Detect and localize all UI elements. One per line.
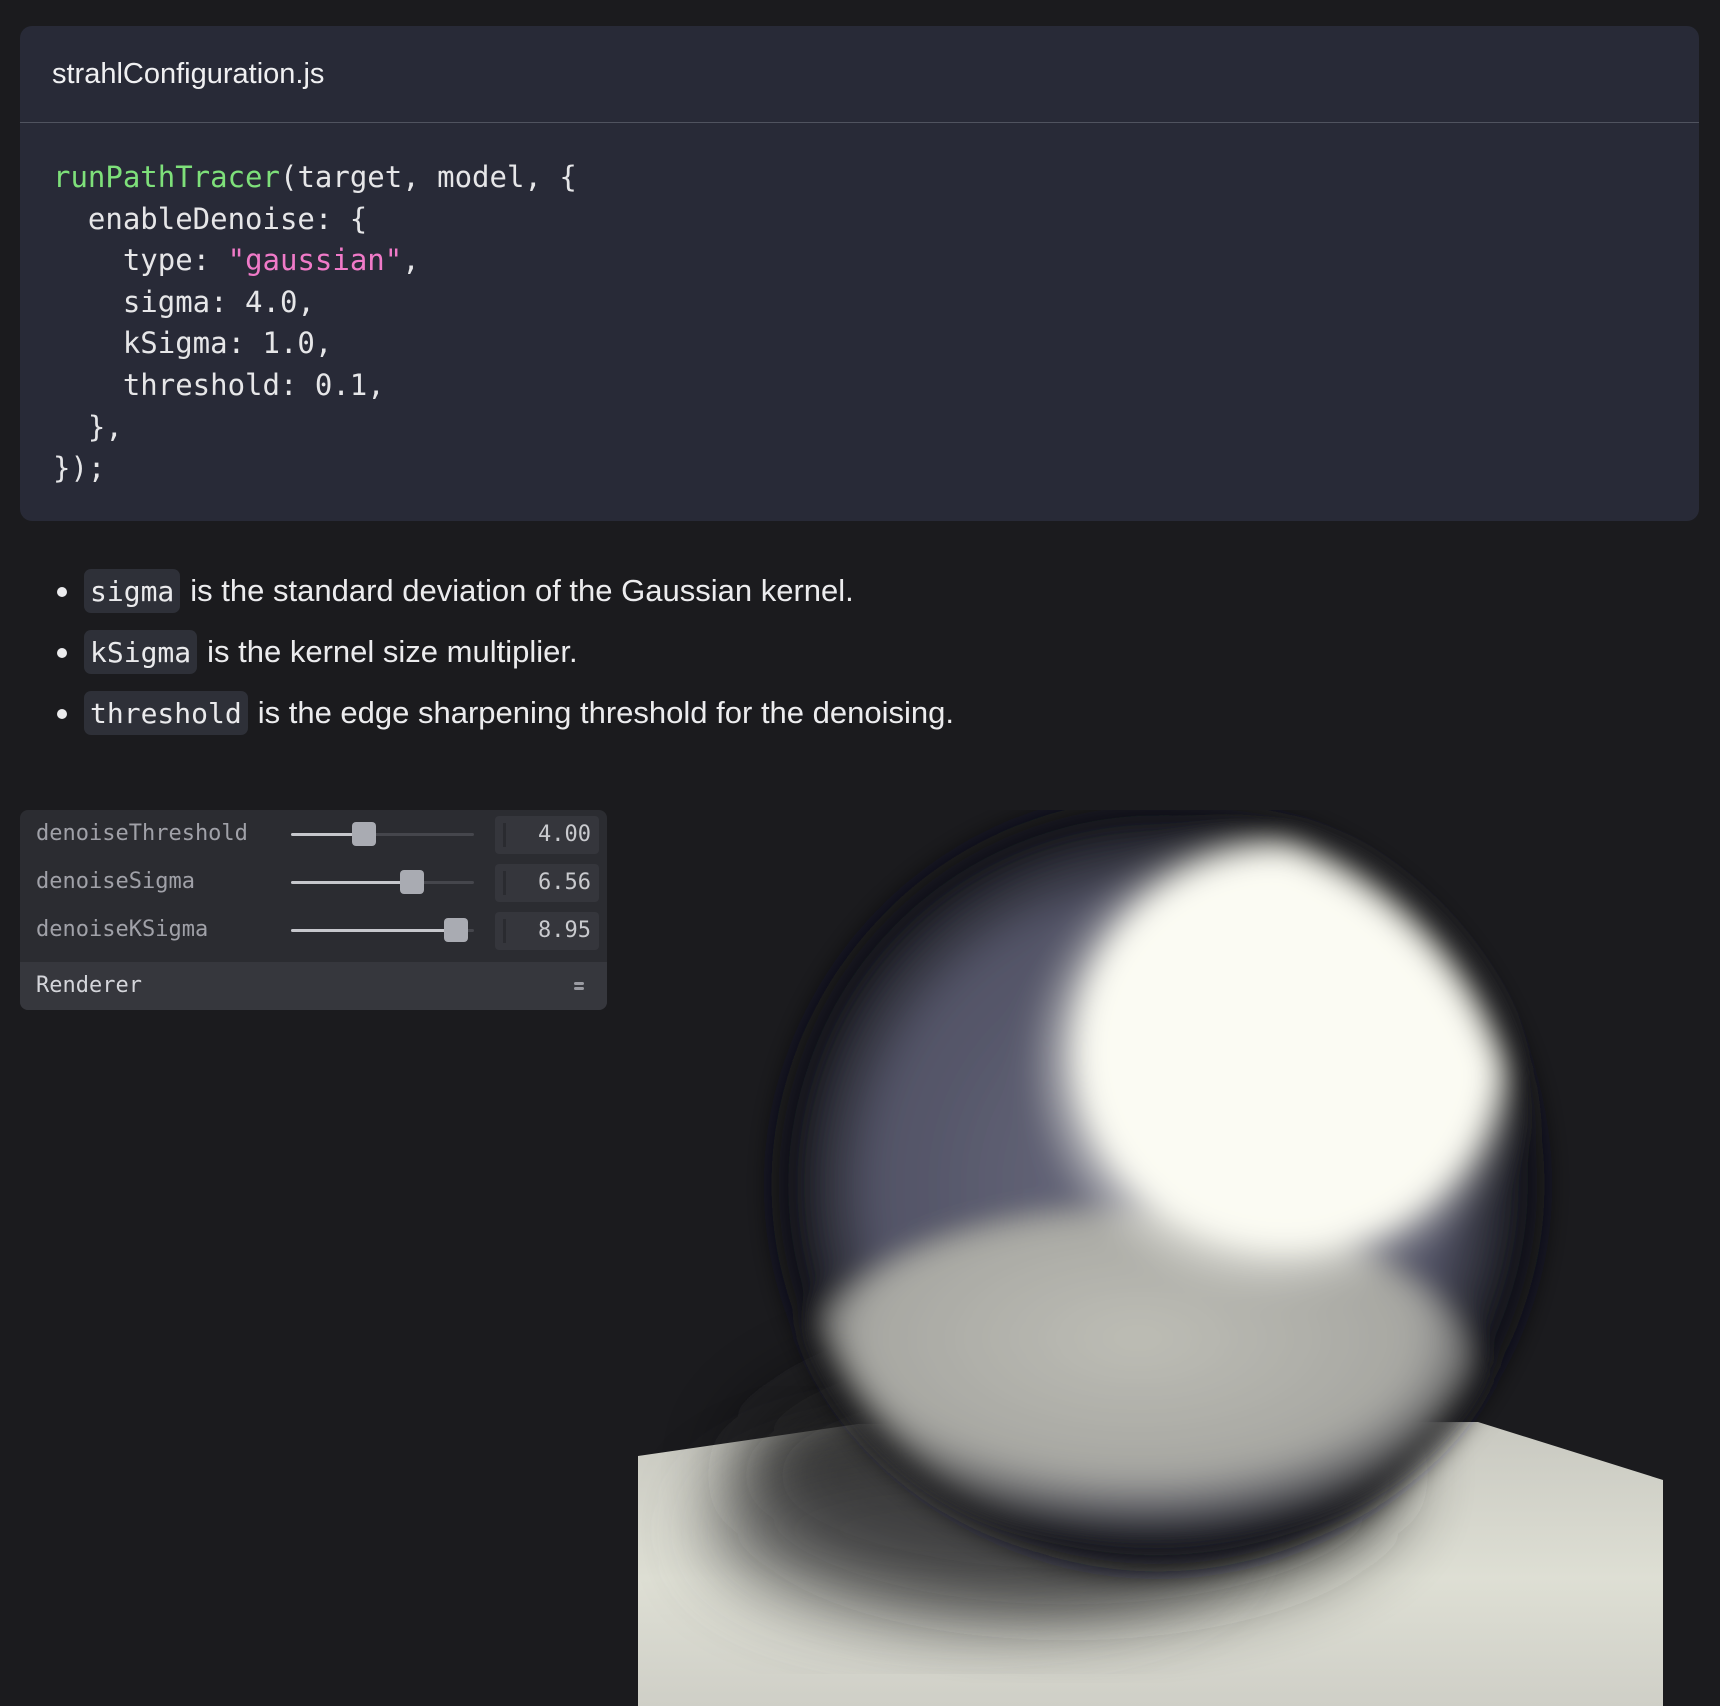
renderer-folder-title: Renderer	[36, 973, 142, 998]
code-token: type:	[53, 243, 228, 278]
code-line: kSigma: 1.0,	[53, 323, 1699, 365]
code-block: strahlConfiguration.js runPathTracer(tar…	[20, 26, 1699, 521]
parameter-name-code: threshold	[84, 690, 248, 735]
code-line: enableDenoise: {	[53, 199, 1699, 241]
code-line: },	[53, 407, 1699, 449]
code-line: });	[53, 448, 1699, 490]
code-line: sigma: 4.0,	[53, 282, 1699, 324]
slider-label: denoiseSigma	[36, 869, 195, 894]
bullet-dot	[57, 709, 67, 719]
input-edge-mark	[503, 919, 506, 943]
slider-row-denoiseThreshold: denoiseThreshold 4.00	[20, 810, 607, 858]
parameter-description-text: is the edge sharpening threshold for the…	[257, 694, 954, 730]
slider-row-denoiseSigma: denoiseSigma 6.56	[20, 858, 607, 906]
slider-row-denoiseKSigma: denoiseKSigma 8.95	[20, 906, 607, 954]
renderer-controls-panel: denoiseThreshold 4.00 denoiseSigma 6.56 deno…	[20, 810, 607, 1010]
slider-label: denoiseKSigma	[36, 917, 209, 942]
rendered-scene-canvas[interactable]	[638, 810, 1663, 1706]
slider-value-text: 8.95	[538, 918, 591, 943]
slider-handle[interactable]	[352, 822, 376, 846]
code-function-token: runPathTracer	[53, 160, 280, 194]
parameter-name-code: sigma	[84, 568, 181, 613]
code-token: kSigma: 1.0,	[53, 326, 333, 361]
code-token: enableDenoise: {	[53, 201, 368, 236]
slider-value-text: 4.00	[538, 822, 591, 847]
input-edge-mark	[503, 871, 506, 895]
code-token: });	[53, 451, 106, 486]
slider-handle[interactable]	[400, 870, 424, 894]
code-line: threshold: 0.1,	[53, 365, 1699, 407]
parameter-description-text: is the standard deviation of the Gaussia…	[190, 572, 854, 608]
code-token: sigma: 4.0,	[53, 284, 315, 319]
renderer-folder-header[interactable]: Renderer	[20, 962, 607, 1010]
parameter-description-item: threshold is the edge sharpening threshol…	[0, 682, 1720, 743]
code-token: },	[53, 409, 123, 444]
parameter-description-text: is the kernel size multiplier.	[207, 633, 578, 669]
slider-fill	[291, 881, 412, 884]
bullet-dot	[57, 648, 67, 658]
parameter-description-item: kSigma is the kernel size multiplier.	[0, 621, 1720, 682]
code-filename: strahlConfiguration.js	[20, 26, 1699, 123]
slider-label: denoiseThreshold	[36, 821, 248, 846]
collapse-icon[interactable]	[573, 979, 585, 993]
slider-handle[interactable]	[444, 918, 468, 942]
code-string-token: "gaussian"	[227, 243, 403, 278]
slider-track[interactable]	[291, 918, 474, 942]
bullet-dot	[57, 587, 67, 597]
slider-value-input[interactable]: 6.56	[495, 864, 599, 902]
code-token: ,	[402, 243, 420, 278]
slider-value-text: 6.56	[538, 870, 591, 895]
slider-track[interactable]	[291, 870, 474, 894]
sphere	[773, 810, 1543, 1570]
input-edge-mark	[503, 823, 506, 847]
parameter-description-item: sigma is the standard deviation of the Ga…	[0, 560, 1720, 621]
code-line: type: "gaussian",	[53, 240, 1699, 282]
parameter-name-code: kSigma	[84, 629, 198, 674]
slider-fill	[291, 929, 456, 932]
parameter-description-list: sigma is the standard deviation of the Ga…	[0, 560, 1720, 743]
code-token: threshold: 0.1,	[53, 367, 385, 402]
code-token: (target, model, {	[279, 160, 577, 194]
code-content: runPathTracer(target, model, { enableDen…	[20, 123, 1699, 490]
slider-value-input[interactable]: 8.95	[495, 912, 599, 950]
code-line: runPathTracer(target, model, {	[53, 157, 1699, 199]
slider-value-input[interactable]: 4.00	[495, 816, 599, 854]
slider-track[interactable]	[291, 822, 474, 846]
